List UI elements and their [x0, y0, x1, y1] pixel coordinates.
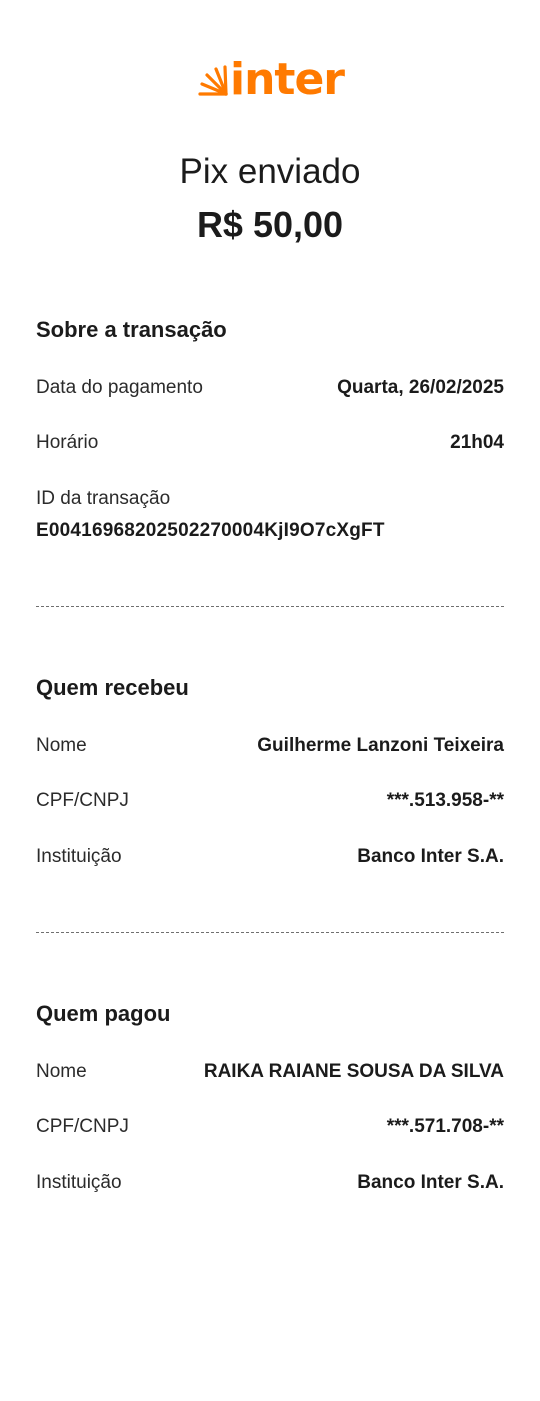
- row-payer-institution: Instituição Banco Inter S.A.: [36, 1169, 504, 1197]
- brand-wordmark: inter: [230, 54, 345, 105]
- transfer-amount: R$ 50,00: [196, 204, 344, 245]
- row-receiver-institution: Instituição Banco Inter S.A.: [36, 843, 504, 871]
- row-payer-doc: CPF/CNPJ ***.571.708-**: [36, 1113, 504, 1141]
- receiver-name-value: Guilherme Lanzoni Teixeira: [257, 735, 504, 756]
- receiver-doc-value: ***.513.958-**: [386, 790, 504, 811]
- receiver-doc-label: CPF/CNPJ: [36, 790, 129, 811]
- inter-rays-icon: [196, 64, 228, 96]
- section-title-payer: Quem pagou: [36, 1001, 171, 1026]
- receiver-institution-value: Banco Inter S.A.: [357, 846, 504, 867]
- transaction-id-label: ID da transação: [36, 488, 171, 509]
- page-title: Pix enviado: [179, 152, 361, 191]
- time-label: Horário: [36, 432, 99, 453]
- receiver-name-label: Nome: [36, 735, 87, 756]
- row-payer-name: Nome RAIKA RAIANE SOUSA DA SILVA: [36, 1058, 504, 1086]
- section-title-transaction: Sobre a transação: [36, 317, 227, 342]
- section-title-receiver: Quem recebeu: [36, 675, 189, 700]
- payer-doc-value: ***.571.708-**: [386, 1116, 504, 1137]
- receiver-institution-label: Instituição: [36, 846, 122, 867]
- row-receiver-doc: CPF/CNPJ ***.513.958-**: [36, 787, 504, 815]
- payer-doc-label: CPF/CNPJ: [36, 1116, 129, 1137]
- payer-institution-value: Banco Inter S.A.: [357, 1172, 504, 1193]
- time-value: 21h04: [450, 432, 504, 453]
- section-divider: [36, 606, 504, 607]
- payer-name-value: RAIKA RAIANE SOUSA DA SILVA: [203, 1061, 504, 1082]
- brand-logo: inter: [0, 54, 540, 105]
- row-time: Horário 21h04: [36, 429, 504, 457]
- pix-receipt: inter Pix enviado R$ 50,00 Sobre a trans…: [0, 0, 540, 1401]
- payment-date-value: Quarta, 26/02/2025: [337, 377, 504, 398]
- transaction-id-value: E00416968202502270004KjI9O7cXgFT: [36, 520, 385, 541]
- payment-date-label: Data do pagamento: [36, 377, 203, 398]
- row-receiver-name: Nome Guilherme Lanzoni Teixeira: [36, 732, 504, 760]
- row-payment-date: Data do pagamento Quarta, 26/02/2025: [36, 374, 504, 402]
- payer-institution-label: Instituição: [36, 1172, 122, 1193]
- section-divider: [36, 932, 504, 933]
- payer-name-label: Nome: [36, 1061, 87, 1082]
